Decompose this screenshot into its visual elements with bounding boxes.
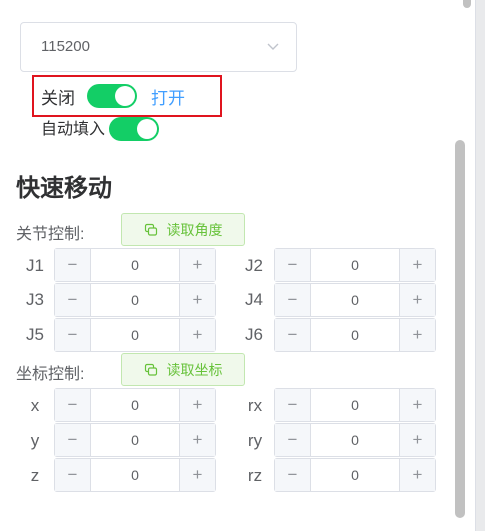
j6-value[interactable]: 0 — [311, 319, 399, 351]
decrement-button[interactable]: − — [55, 249, 91, 281]
increment-button[interactable]: + — [179, 319, 215, 351]
read-angles-label: 读取角度 — [166, 221, 223, 238]
j4-stepper[interactable]: − 0 + — [274, 283, 436, 317]
increment-button[interactable]: + — [179, 424, 215, 456]
autofill-row: 自动填入 — [41, 117, 160, 141]
axis-label-j6: J6 — [245, 325, 263, 344]
read-coords-label: 读取坐标 — [166, 361, 223, 378]
j3-stepper[interactable]: − 0 + — [54, 283, 216, 317]
axis-label-rx: rx — [247, 396, 263, 415]
section-title: 快速移动 — [16, 175, 112, 202]
decrement-button[interactable]: − — [55, 284, 91, 316]
copy-icon — [144, 363, 157, 376]
j6-stepper[interactable]: − 0 + — [274, 318, 436, 352]
rz-value[interactable]: 0 — [311, 459, 399, 491]
axis-label-j1: J1 — [26, 256, 44, 275]
autofill-label: 自动填入 — [41, 121, 106, 138]
decrement-button[interactable]: − — [275, 319, 311, 351]
decrement-button[interactable]: − — [275, 389, 311, 421]
increment-button[interactable]: + — [399, 389, 435, 421]
ry-value[interactable]: 0 — [311, 424, 399, 456]
read-angles-button[interactable]: 读取角度 — [121, 213, 245, 246]
baud-rate-select[interactable]: 115200 — [20, 22, 297, 72]
copy-icon — [144, 223, 157, 236]
axis-label-ry: ry — [247, 431, 263, 450]
autofill-switch[interactable] — [109, 117, 160, 141]
decrement-button[interactable]: − — [55, 459, 91, 491]
y-value[interactable]: 0 — [91, 424, 179, 456]
connection-switch[interactable] — [87, 84, 137, 108]
rz-stepper[interactable]: − 0 + — [274, 458, 436, 492]
joint-control-label: 关节控制: — [16, 226, 85, 243]
scrollbar-thumb[interactable] — [455, 140, 465, 518]
axis-label-y: y — [30, 431, 40, 450]
robot-control-panel: 115200 关闭 打开 自动填入 快速移动 关节控制: 读取角度 J1 − 0… — [0, 0, 476, 531]
coord-control-label: 坐标控制: — [16, 366, 85, 383]
decrement-button[interactable]: − — [275, 249, 311, 281]
decrement-button[interactable]: − — [275, 284, 311, 316]
j5-stepper[interactable]: − 0 + — [54, 318, 216, 352]
increment-button[interactable]: + — [179, 389, 215, 421]
increment-button[interactable]: + — [399, 319, 435, 351]
j1-stepper[interactable]: − 0 + — [54, 248, 216, 282]
increment-button[interactable]: + — [399, 459, 435, 491]
axis-label-j2: J2 — [245, 256, 263, 275]
chevron-down-icon — [267, 43, 279, 50]
read-coords-button[interactable]: 读取坐标 — [121, 353, 245, 386]
increment-button[interactable]: + — [179, 284, 215, 316]
vertical-scrollbar[interactable] — [455, 140, 465, 520]
x-stepper[interactable]: − 0 + — [54, 388, 216, 422]
decrement-button[interactable]: − — [55, 424, 91, 456]
y-stepper[interactable]: − 0 + — [54, 423, 216, 457]
axis-label-x: x — [30, 396, 40, 415]
increment-button[interactable]: + — [179, 249, 215, 281]
axis-label-rz: rz — [247, 466, 263, 485]
increment-button[interactable]: + — [399, 424, 435, 456]
increment-button[interactable]: + — [179, 459, 215, 491]
switch-knob — [115, 86, 135, 106]
increment-button[interactable]: + — [399, 249, 435, 281]
j2-value[interactable]: 0 — [311, 249, 399, 281]
z-value[interactable]: 0 — [91, 459, 179, 491]
connection-toggle-row: 关闭 打开 — [41, 84, 185, 108]
decrement-button[interactable]: − — [55, 319, 91, 351]
baud-rate-value: 115200 — [41, 38, 90, 55]
decrement-button[interactable]: − — [55, 389, 91, 421]
ry-stepper[interactable]: − 0 + — [274, 423, 436, 457]
j2-stepper[interactable]: − 0 + — [274, 248, 436, 282]
j1-value[interactable]: 0 — [91, 249, 179, 281]
j3-value[interactable]: 0 — [91, 284, 179, 316]
axis-label-j3: J3 — [26, 290, 44, 309]
rx-value[interactable]: 0 — [311, 389, 399, 421]
axis-label-j4: J4 — [245, 290, 263, 309]
close-label[interactable]: 关闭 — [41, 84, 75, 109]
j5-value[interactable]: 0 — [91, 319, 179, 351]
top-scrollbar-thumb[interactable] — [463, 0, 471, 8]
x-value[interactable]: 0 — [91, 389, 179, 421]
axis-label-z: z — [30, 466, 40, 485]
rx-stepper[interactable]: − 0 + — [274, 388, 436, 422]
decrement-button[interactable]: − — [275, 459, 311, 491]
axis-label-j5: J5 — [26, 325, 44, 344]
j4-value[interactable]: 0 — [311, 284, 399, 316]
switch-knob — [137, 119, 158, 139]
decrement-button[interactable]: − — [275, 424, 311, 456]
z-stepper[interactable]: − 0 + — [54, 458, 216, 492]
increment-button[interactable]: + — [399, 284, 435, 316]
open-label[interactable]: 打开 — [151, 84, 185, 109]
